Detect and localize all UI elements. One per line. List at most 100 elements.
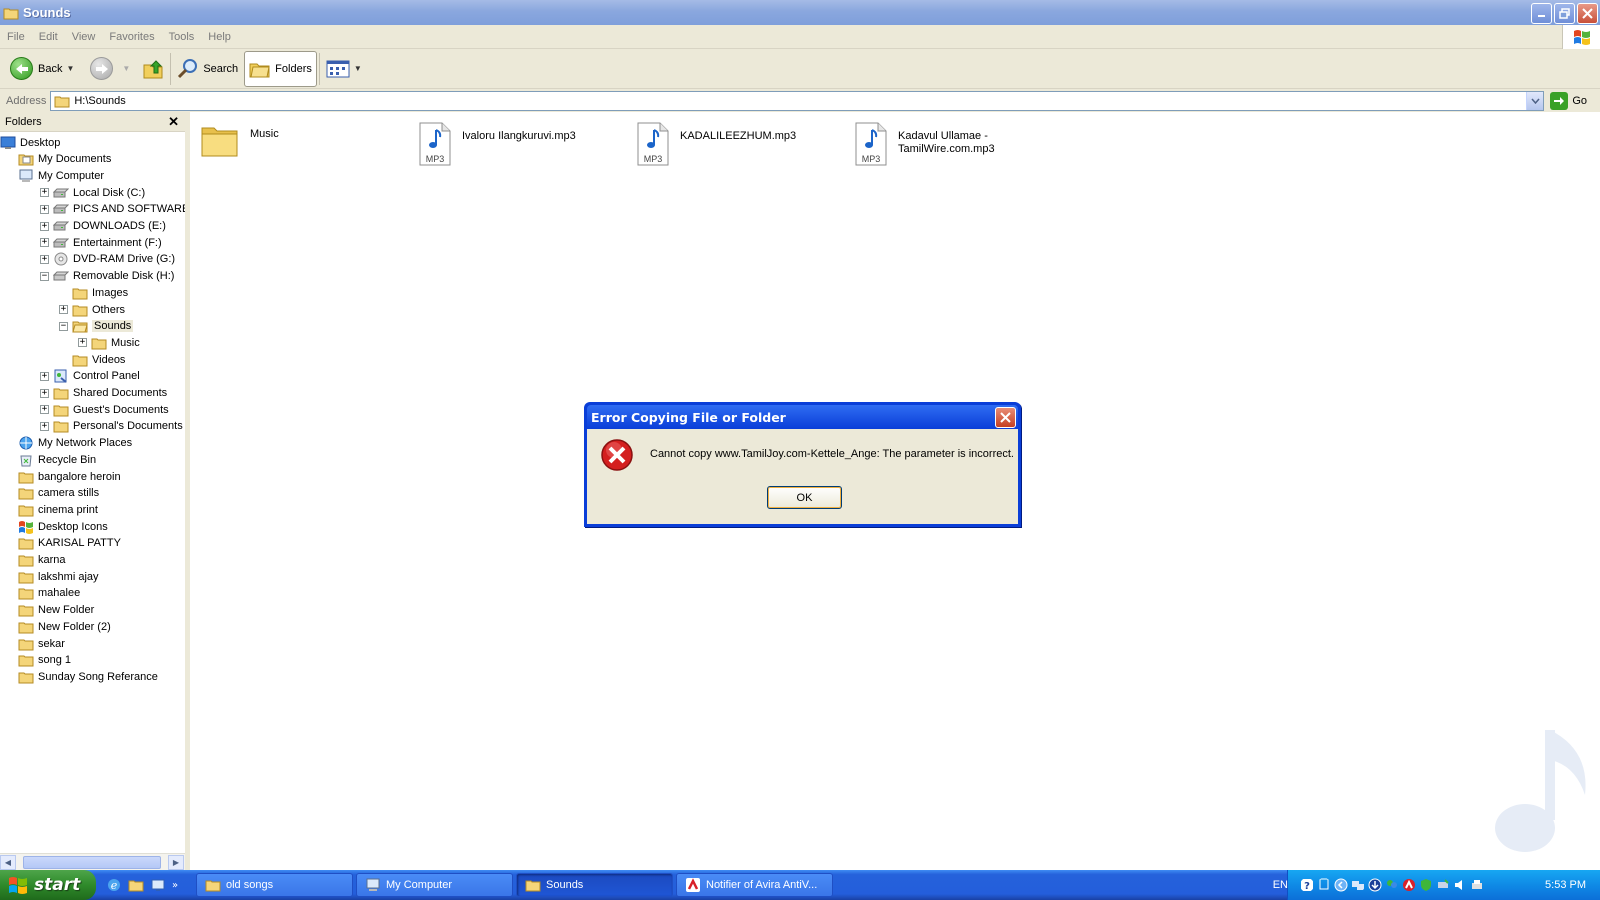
folder-tree-item[interactable]: Recycle Bin xyxy=(18,451,96,468)
folder-tree-item[interactable]: lakshmi ajay xyxy=(18,568,99,585)
window-title-bar[interactable]: Sounds xyxy=(0,0,1600,25)
quick-launch-overflow-icon[interactable]: » xyxy=(172,880,178,891)
folders-button[interactable]: Folders xyxy=(244,50,317,87)
expand-icon[interactable]: + xyxy=(59,305,68,314)
address-dropdown-button[interactable] xyxy=(1526,91,1544,110)
go-button[interactable]: Go xyxy=(1550,91,1587,110)
volume-icon[interactable] xyxy=(1453,878,1467,892)
expand-icon[interactable]: + xyxy=(40,254,49,264)
scrollbar-thumb[interactable] xyxy=(23,855,161,869)
folder-tree-item[interactable]: Desktop Icons xyxy=(18,518,108,535)
clock[interactable]: 5:53 PM xyxy=(1545,879,1586,891)
folder-tree-item[interactable]: − Sounds xyxy=(59,318,134,335)
folder-tree-item[interactable]: New Folder (2) xyxy=(18,618,111,635)
task-avira-notifier[interactable]: Notifier of Avira AntiV... xyxy=(676,873,833,897)
file-item-music-folder[interactable]: Music xyxy=(200,120,279,160)
address-input[interactable]: H:\Sounds xyxy=(50,90,1545,111)
minimize-button[interactable] xyxy=(1531,3,1552,24)
folder-tree-item[interactable]: sekar xyxy=(18,635,65,652)
folder-tree-item[interactable]: bangalore heroin xyxy=(18,468,121,485)
collapse-icon[interactable]: − xyxy=(59,321,68,331)
network-icon[interactable] xyxy=(1351,878,1365,892)
menu-view[interactable]: View xyxy=(65,31,103,43)
folder-tree-item[interactable]: My Documents xyxy=(18,151,111,168)
ok-button[interactable]: OK xyxy=(767,486,842,509)
close-button[interactable] xyxy=(1577,3,1598,24)
folder-tree-item[interactable]: − Removable Disk (H:) xyxy=(40,268,174,285)
scroll-right-icon[interactable]: ▶ xyxy=(168,854,184,870)
forward-button[interactable]: ▼ xyxy=(86,51,134,87)
expand-icon[interactable]: + xyxy=(40,238,49,248)
folder-tree-item[interactable]: + Entertainment (F:) xyxy=(40,234,162,251)
views-button[interactable]: ▼ xyxy=(322,51,366,87)
scroll-left-icon[interactable]: ◀ xyxy=(0,854,16,870)
task-sounds[interactable]: Sounds xyxy=(516,873,673,897)
folder-tree-item[interactable]: My Computer xyxy=(18,167,104,184)
menu-help[interactable]: Help xyxy=(201,31,238,43)
printer-icon[interactable] xyxy=(1470,878,1484,892)
start-button[interactable]: start xyxy=(0,870,96,900)
folder-tree-item[interactable]: karna xyxy=(18,552,66,569)
safely-remove-hardware-icon[interactable] xyxy=(1436,878,1450,892)
folder-tree-item[interactable]: mahalee xyxy=(18,585,80,602)
folder-tree-item[interactable]: song 1 xyxy=(18,652,71,669)
expand-icon[interactable]: + xyxy=(40,421,49,431)
folder-tree-item[interactable]: + Others xyxy=(59,301,125,318)
expand-icon[interactable]: + xyxy=(40,204,49,214)
search-button[interactable]: Search xyxy=(173,51,242,87)
language-indicator[interactable]: EN xyxy=(1258,879,1288,891)
folders-pane-scrollbar[interactable]: ◀ ▶ xyxy=(0,853,185,870)
folder-tree-item[interactable]: + Control Panel xyxy=(40,368,140,385)
file-item-mp3[interactable]: MP3 Kadavul Ullamae - TamilWire.com.mp3 xyxy=(854,122,1003,166)
folder-tree-item[interactable]: + PICS AND SOFTWARES (D:) xyxy=(40,201,185,218)
explorer-folder-icon[interactable] xyxy=(128,877,144,893)
dialog-title-bar[interactable]: Error Copying File or Folder xyxy=(587,405,1018,429)
avira-tray-icon[interactable] xyxy=(1402,878,1416,892)
forward-dropdown-icon[interactable]: ▼ xyxy=(122,64,130,73)
task-old-songs[interactable]: old songs xyxy=(196,873,353,897)
tray-chevron-icon[interactable] xyxy=(1334,878,1348,892)
folder-tree-item[interactable]: + Music xyxy=(78,334,140,351)
folder-tree-item[interactable]: Videos xyxy=(72,351,125,368)
folder-tree-item[interactable]: KARISAL PATTY xyxy=(18,535,121,552)
show-desktop-icon[interactable] xyxy=(150,877,166,893)
back-button[interactable]: Back ▼ xyxy=(6,51,78,87)
folder-tree-item[interactable]: + Personal's Documents xyxy=(40,418,183,435)
menu-file[interactable]: File xyxy=(0,31,32,43)
menu-edit[interactable]: Edit xyxy=(32,31,65,43)
menu-favorites[interactable]: Favorites xyxy=(102,31,161,43)
input-method-icon[interactable] xyxy=(1317,878,1331,892)
expand-icon[interactable]: + xyxy=(40,371,49,381)
messenger-icon[interactable] xyxy=(1385,878,1399,892)
expand-icon[interactable]: + xyxy=(40,388,49,398)
expand-icon[interactable]: + xyxy=(40,221,49,231)
collapse-icon[interactable]: − xyxy=(40,271,49,281)
help-icon[interactable]: ? xyxy=(1300,878,1314,892)
folders-pane-close-icon[interactable]: ✕ xyxy=(168,114,179,130)
folder-tree-item[interactable]: + Guest's Documents xyxy=(40,401,169,418)
expand-icon[interactable]: + xyxy=(40,405,49,415)
dialog-close-button[interactable] xyxy=(995,406,1016,428)
expand-icon[interactable]: + xyxy=(78,338,87,348)
restore-button[interactable] xyxy=(1554,3,1575,24)
folder-tree-item[interactable]: Images xyxy=(72,284,128,301)
views-dropdown-icon[interactable]: ▼ xyxy=(354,64,362,73)
folder-tree-item[interactable]: My Network Places xyxy=(18,435,132,452)
folder-tree-item[interactable]: camera stills xyxy=(18,485,99,502)
folder-tree-item[interactable]: Desktop xyxy=(0,134,60,151)
folder-tree-item[interactable]: + DOWNLOADS (E:) xyxy=(40,218,166,235)
download-icon[interactable] xyxy=(1368,878,1382,892)
file-item-mp3[interactable]: MP3 KADALILEEZHUM.mp3 xyxy=(636,122,796,166)
file-item-mp3[interactable]: MP3 Ivaloru Ilangkuruvi.mp3 xyxy=(418,122,576,166)
up-folder-button[interactable] xyxy=(138,51,168,87)
task-my-computer[interactable]: My Computer xyxy=(356,873,513,897)
folder-tree-item[interactable]: + Shared Documents xyxy=(40,385,167,402)
antivirus-shield-icon[interactable] xyxy=(1419,878,1433,892)
folder-tree-item[interactable]: New Folder xyxy=(18,602,94,619)
back-dropdown-icon[interactable]: ▼ xyxy=(66,64,74,73)
folder-tree-item[interactable]: cinema print xyxy=(18,501,98,518)
menu-tools[interactable]: Tools xyxy=(162,31,202,43)
folder-tree-item[interactable]: Sunday Song Referance xyxy=(18,668,158,685)
expand-icon[interactable]: + xyxy=(40,188,49,198)
folder-tree-item[interactable]: + DVD-RAM Drive (G:) xyxy=(40,251,175,268)
